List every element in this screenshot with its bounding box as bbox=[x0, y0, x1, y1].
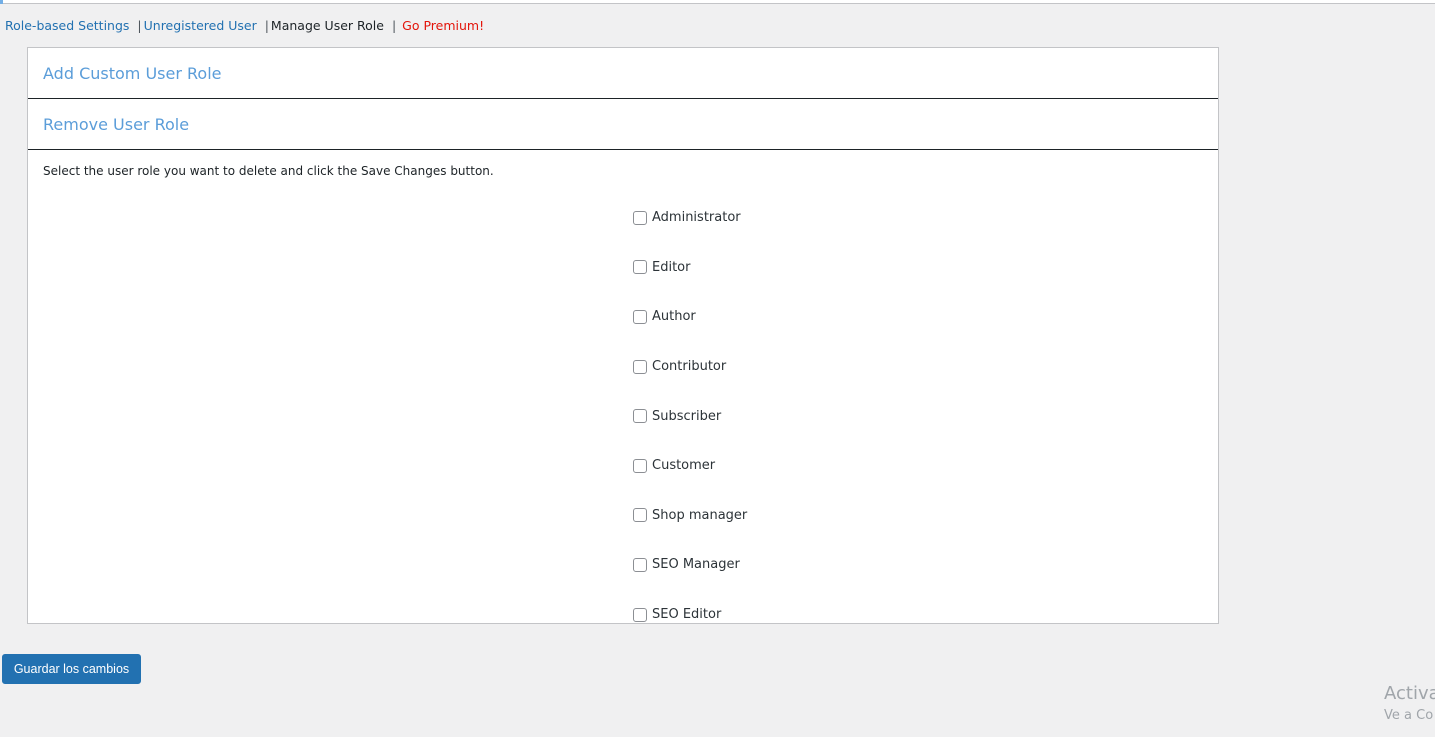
watermark-line-2: Ve a Co bbox=[1384, 708, 1434, 723]
remove-role-instructions: Select the user role you want to delete … bbox=[43, 164, 494, 178]
role-option-seo-manager[interactable]: SEO Manager bbox=[633, 540, 747, 590]
subnav-separator: | bbox=[391, 18, 397, 33]
role-option-author[interactable]: Author bbox=[633, 292, 747, 342]
remove-role-title[interactable]: Remove User Role bbox=[43, 115, 189, 134]
role-label[interactable]: Contributor bbox=[652, 359, 726, 374]
role-label[interactable]: SEO Editor bbox=[652, 607, 721, 622]
subnav-link-unregistered-user[interactable]: Unregistered User bbox=[144, 18, 257, 33]
role-checkbox[interactable] bbox=[633, 607, 647, 622]
subnav-link-role-based-settings[interactable]: Role-based Settings bbox=[5, 18, 129, 33]
role-checkbox[interactable] bbox=[633, 409, 647, 424]
role-checkbox[interactable] bbox=[633, 557, 647, 572]
add-custom-role-title[interactable]: Add Custom User Role bbox=[43, 64, 221, 83]
role-label[interactable]: Editor bbox=[652, 260, 690, 275]
role-label[interactable]: Customer bbox=[652, 458, 715, 473]
role-label[interactable]: Subscriber bbox=[652, 409, 721, 424]
role-checkbox[interactable] bbox=[633, 260, 647, 275]
admin-top-rule-accent bbox=[0, 0, 3, 4]
role-option-shop-manager[interactable]: Shop manager bbox=[633, 491, 747, 541]
add-custom-role-section[interactable]: Add Custom User Role bbox=[28, 48, 1218, 99]
subnav-separator: | bbox=[137, 18, 142, 33]
remove-role-section[interactable]: Remove User Role bbox=[28, 99, 1218, 150]
role-option-contributor[interactable]: Contributor bbox=[633, 342, 747, 392]
subnav-current-manage-user-role: Manage User Role bbox=[270, 18, 384, 33]
role-checkbox[interactable] bbox=[633, 508, 647, 523]
role-label[interactable]: Shop manager bbox=[652, 508, 747, 523]
admin-top-rule bbox=[0, 0, 1435, 4]
role-checkbox[interactable] bbox=[633, 458, 647, 473]
role-option-editor[interactable]: Editor bbox=[633, 243, 747, 293]
role-option-customer[interactable]: Customer bbox=[633, 441, 747, 491]
role-checkbox[interactable] bbox=[633, 309, 647, 324]
watermark-line-1: Activa bbox=[1384, 683, 1435, 704]
subnav-separator: | bbox=[264, 18, 269, 33]
role-checkbox[interactable] bbox=[633, 359, 647, 374]
role-option-seo-editor[interactable]: SEO Editor bbox=[633, 590, 747, 640]
save-changes-button[interactable]: Guardar los cambios bbox=[2, 654, 141, 684]
activation-watermark: Activa Ve a Co bbox=[1384, 683, 1435, 723]
role-checkbox-list: Administrator Editor Author Contributor … bbox=[633, 193, 747, 639]
user-role-panel: Add Custom User Role Remove User Role Se… bbox=[27, 47, 1219, 624]
subnav-link-go-premium[interactable]: Go Premium! bbox=[402, 18, 484, 33]
role-checkbox[interactable] bbox=[633, 210, 647, 225]
settings-subnav: Role-based Settings | Unregistered User |… bbox=[5, 17, 484, 35]
role-option-subscriber[interactable]: Subscriber bbox=[633, 391, 747, 441]
role-label[interactable]: SEO Manager bbox=[652, 557, 740, 572]
role-option-administrator[interactable]: Administrator bbox=[633, 193, 747, 243]
role-label[interactable]: Administrator bbox=[652, 210, 741, 225]
role-label[interactable]: Author bbox=[652, 309, 696, 324]
